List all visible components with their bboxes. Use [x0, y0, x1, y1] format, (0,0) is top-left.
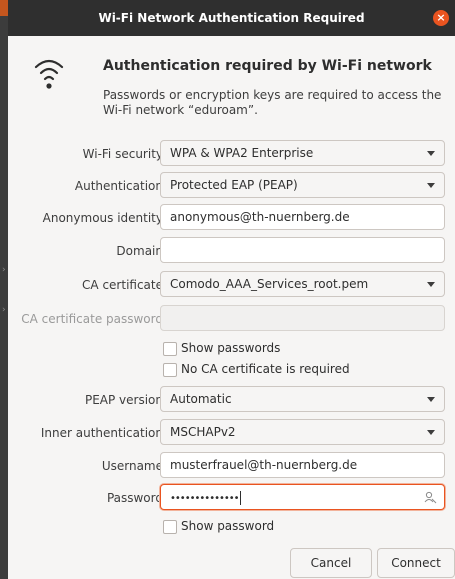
- wifi-security-dropdown[interactable]: WPA & WPA2 Enterprise: [160, 140, 445, 166]
- ca-certificate-label: CA certificate: [82, 278, 163, 292]
- username-value: musterfrauel@th-nuernberg.de: [170, 458, 358, 472]
- dialog-heading: Authentication required by Wi-Fi network: [103, 58, 432, 74]
- domain-label: Domain: [116, 244, 163, 258]
- username-label: Username: [101, 459, 163, 473]
- authentication-value: Protected EAP (PEAP): [170, 178, 298, 192]
- auth-dialog: Wi-Fi Network Authentication Required × …: [8, 0, 455, 579]
- close-icon[interactable]: ×: [433, 10, 449, 26]
- chevron-down-icon: [427, 282, 435, 287]
- domain-field[interactable]: [160, 237, 445, 263]
- edge-chevron-icon: ›: [2, 305, 6, 315]
- title-bar: Wi-Fi Network Authentication Required ×: [8, 0, 455, 36]
- authentication-label: Authentication: [74, 179, 163, 193]
- background-window-edge: › ›: [0, 0, 8, 579]
- ca-certificate-chooser[interactable]: Comodo_AAA_Services_root.pem: [160, 271, 445, 297]
- ca-certificate-password-label: CA certificate password: [21, 312, 163, 326]
- inner-authentication-label: Inner authentication: [40, 426, 163, 440]
- chevron-down-icon: [427, 151, 435, 156]
- username-field[interactable]: musterfrauel@th-nuernberg.de: [160, 452, 445, 478]
- no-ca-required-label: No CA certificate is required: [181, 362, 350, 376]
- edge-chevron-icon: ›: [2, 265, 6, 275]
- reveal-password-icon[interactable]: [423, 490, 437, 504]
- password-value: ••••••••••••••: [170, 493, 240, 504]
- chevron-down-icon: [427, 430, 435, 435]
- chevron-down-icon: [427, 183, 435, 188]
- ca-certificate-value: Comodo_AAA_Services_root.pem: [170, 277, 369, 291]
- connect-button[interactable]: Connect: [377, 548, 455, 578]
- anonymous-identity-label: Anonymous identity: [42, 211, 163, 225]
- background-accent: [0, 0, 8, 16]
- password-label: Password: [106, 491, 163, 505]
- peap-version-value: Automatic: [170, 392, 232, 406]
- wifi-icon: [34, 59, 64, 89]
- text-cursor: [239, 490, 241, 505]
- inner-authentication-dropdown[interactable]: MSCHAPv2: [160, 419, 445, 445]
- peap-version-label: PEAP version: [84, 393, 163, 407]
- dialog-title: Wi-Fi Network Authentication Required: [98, 11, 365, 25]
- authentication-dropdown[interactable]: Protected EAP (PEAP): [160, 172, 445, 198]
- password-field[interactable]: ••••••••••••••: [160, 484, 445, 510]
- show-password-label: Show password: [181, 519, 275, 533]
- checkbox-box[interactable]: [163, 342, 177, 356]
- ca-certificate-password-field: [160, 305, 445, 331]
- anonymous-identity-value: anonymous@th-nuernberg.de: [170, 210, 350, 224]
- show-passwords-label: Show passwords: [181, 341, 281, 355]
- cancel-button[interactable]: Cancel: [290, 548, 372, 578]
- wifi-security-value: WPA & WPA2 Enterprise: [170, 146, 314, 160]
- dialog-description: Passwords or encryption keys are require…: [103, 88, 442, 117]
- inner-authentication-value: MSCHAPv2: [170, 425, 236, 439]
- checkbox-box[interactable]: [163, 363, 177, 377]
- anonymous-identity-field[interactable]: anonymous@th-nuernberg.de: [160, 204, 445, 230]
- chevron-down-icon: [427, 397, 435, 402]
- checkbox-box[interactable]: [163, 520, 177, 534]
- peap-version-dropdown[interactable]: Automatic: [160, 386, 445, 412]
- wifi-security-label: Wi-Fi security: [82, 147, 163, 161]
